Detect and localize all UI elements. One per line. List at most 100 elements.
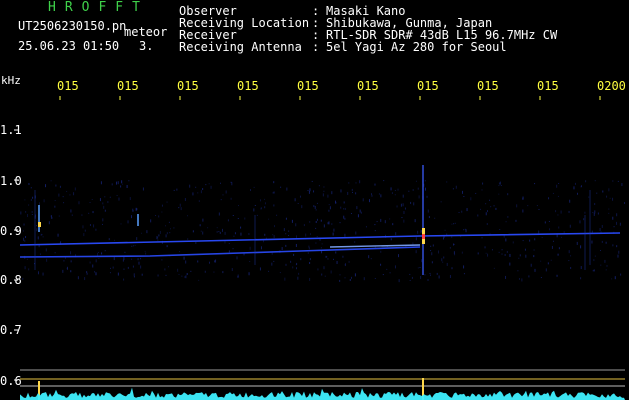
noise-speck [403,219,405,223]
noise-speck [400,203,402,207]
noise-speck [307,252,309,254]
noise-speck [168,266,170,268]
noise-speck [301,205,303,209]
noise-speck [427,278,429,281]
noise-speck [428,216,430,219]
noise-speck [591,240,593,244]
noise-speck [343,208,345,210]
noise-speck [273,235,275,239]
y-axis-unit: kHz [1,74,21,87]
noise-speck [411,276,413,279]
category-label: meteor [124,25,168,39]
noise-speck [316,202,318,204]
noise-speck [397,188,399,191]
noise-speck [303,224,305,227]
noise-speck [254,204,256,206]
noise-speck [624,201,626,204]
noise-speck [461,190,463,194]
noise-speck [205,184,207,186]
noise-speck [285,263,287,266]
noise-speck [70,260,72,263]
noise-speck [426,195,428,198]
noise-speck [313,190,315,193]
noise-speck [331,223,333,226]
noise-speck [291,219,293,223]
noise-speck [466,208,468,212]
noise-speck [126,185,128,189]
noise-speck [308,245,310,248]
noise-speck [481,237,483,239]
noise-speck [220,182,222,184]
noise-speck [380,250,382,253]
noise-speck [455,185,457,189]
noise-speck [93,224,95,228]
noise-speck [451,236,453,238]
noise-speck [108,238,110,241]
noise-speck [609,197,611,199]
noise-speck [136,208,138,211]
noise-speck [386,268,388,270]
noise-speck [161,211,163,213]
noise-speck [309,221,311,223]
noise-speck [161,259,163,261]
noise-speck [228,243,230,245]
noise-speck [522,196,524,200]
y-tick-label: 0.9 [0,224,22,238]
noise-speck [295,223,297,227]
noise-speck [452,188,454,190]
noise-speck [311,180,313,182]
noise-speck [222,194,224,196]
y-tick-label: 0.7 [0,323,22,337]
noise-speck [451,267,453,270]
noise-speck [31,213,33,215]
noise-speck [240,226,242,229]
carrier-line-upper [19,232,621,246]
noise-speck [104,250,106,252]
noise-speck [557,195,559,197]
noise-speck [594,180,596,182]
noise-speck [417,187,419,190]
noise-speck [210,185,212,189]
noise-speck [50,215,52,218]
noise-speck [225,190,227,194]
noise-speck [96,252,98,256]
noise-speck [415,237,417,241]
noise-speck [438,275,440,279]
antenna-sep: : [312,40,320,54]
noise-speck [299,195,301,198]
noise-speck [348,182,350,184]
noise-speck [371,194,373,197]
noise-speck [616,221,618,225]
noise-speck [116,181,118,185]
noise-speck [315,242,317,244]
noise-speck [309,261,311,264]
noise-speck [294,198,296,202]
noise-speck [558,247,560,250]
noise-speck [477,252,479,255]
noise-speck [340,189,342,193]
noise-speck [313,205,315,208]
noise-speck [253,208,255,212]
noise-speck [486,210,488,213]
noise-speck [192,192,194,196]
noise-speck [613,226,615,228]
noise-speck [23,223,25,226]
noise-speck [177,268,179,272]
noise-speck [327,258,329,260]
noise-speck [122,183,124,185]
noise-speck [396,205,398,208]
filename-label: UT2506230150.pn [18,19,127,33]
noise-speck [328,204,330,206]
noise-speck [150,219,152,223]
noise-speck [460,236,462,238]
datetime-label: 25.06.23 01:50 [18,39,120,53]
noise-speck [51,216,53,219]
noise-speck [344,217,346,220]
noise-speck [50,180,52,182]
noise-speck [290,260,292,263]
noise-speck [200,230,202,232]
noise-speck [429,272,431,274]
noise-speck [525,254,527,258]
noise-speck [404,207,406,210]
noise-speck [28,204,30,206]
